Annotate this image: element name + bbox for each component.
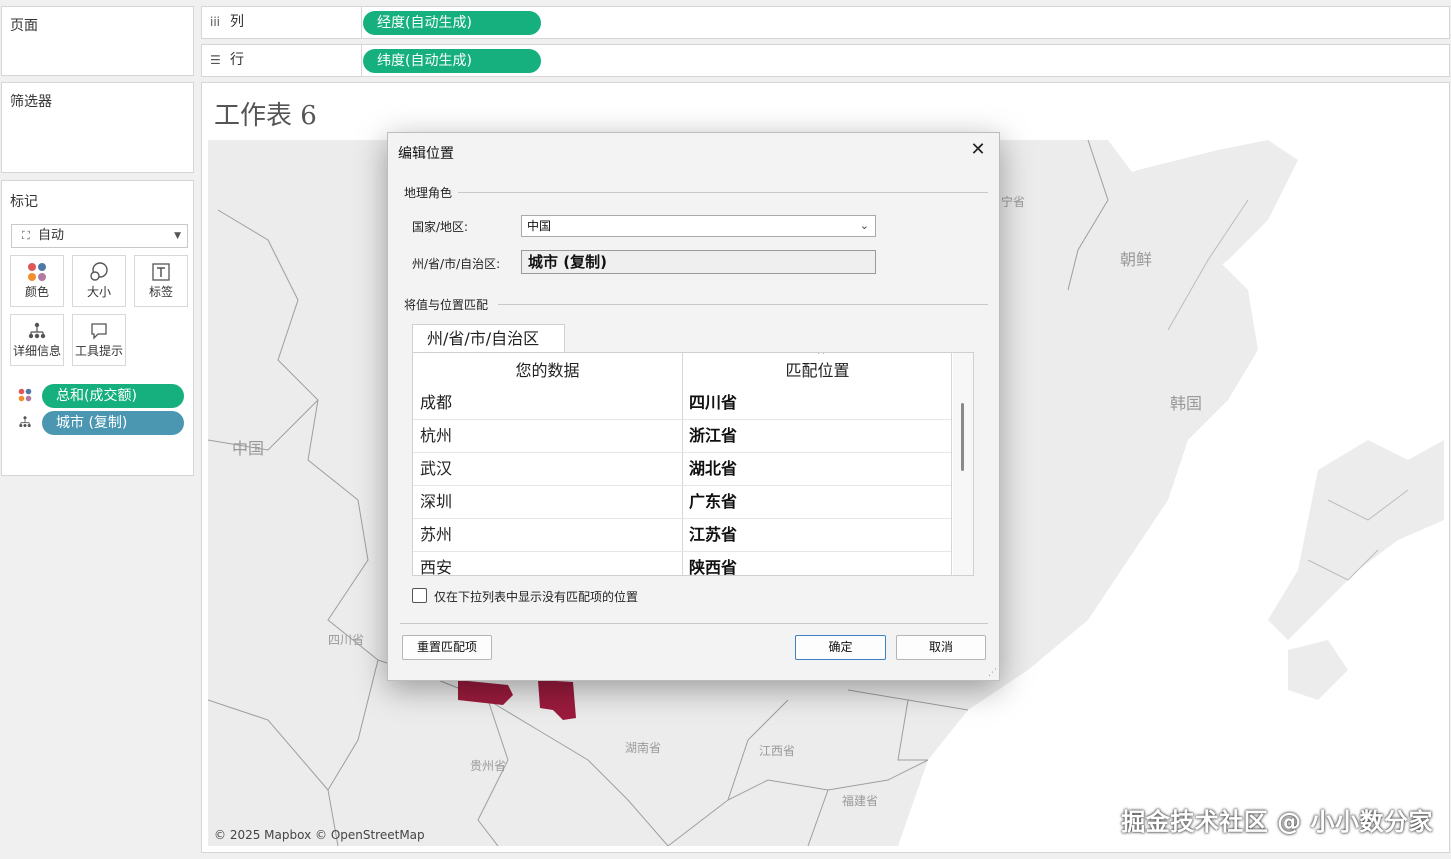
ok-button[interactable]: 确定 [795,635,886,660]
state-field: 城市 (复制) [521,250,876,274]
cell-match-location[interactable]: 广东省 [689,486,737,518]
detail-icon [11,315,63,343]
table-row[interactable]: 西安 陕西省 [413,552,951,576]
table-row[interactable]: 武汉 湖北省 [413,453,951,486]
label-T-icon [135,256,187,284]
unmatched-only-label[interactable]: 仅在下拉列表中显示没有匹配项的位置 [434,588,638,605]
cell-your-data: 武汉 [420,459,453,478]
size-button[interactable]: 大小 [72,255,126,307]
color-dots-icon [11,256,63,284]
cell-your-data: 西安 [420,558,453,576]
rows-shelf[interactable]: ☰ 行 纬度(自动生成) [201,44,1450,77]
map-label-liaoning: 宁省 [1001,195,1026,209]
label-label: 标签 [148,285,173,299]
columns-shelf[interactable]: iii 列 经度(自动生成) [201,6,1450,39]
size-icon [73,256,125,284]
cell-match-location[interactable]: 陕西省 [689,552,737,575]
tooltip-icon [73,315,125,343]
cancel-button[interactable]: 取消 [896,635,986,660]
map-label-fujian: 福建省 [842,794,879,808]
watermark: 掘金技术社区 @ 小小数分家 [1121,808,1433,836]
map-label-jiangxi: 江西省 [759,744,796,758]
latitude-pill[interactable]: 纬度(自动生成) [363,49,541,73]
table-row[interactable]: 成都 四川省 [413,387,951,420]
reset-matches-button[interactable]: 重置匹配项 [402,635,492,660]
worksheet-title[interactable]: 工作表 6 [214,95,317,132]
tooltip-button[interactable]: 工具提示 [72,314,126,366]
country-value: 中国 [527,219,552,233]
footer-divider [400,623,988,624]
cell-match-location[interactable]: 四川省 [689,387,737,419]
map-label-guizhou: 贵州省 [470,759,507,773]
table-row[interactable]: 杭州 浙江省 [413,420,951,453]
columns-shelf-label: iii 列 [202,7,362,38]
grid-scrollbar[interactable] [953,353,973,575]
marks-card: 标记 ⛶ 自动 ▼ 颜色 大小 标签 详细信息 工具提示 总和(成交额) 城市 … [1,180,194,476]
marks-title: 标记 [10,194,38,210]
map-label-sichuan: 四川省 [328,633,365,647]
cell-match-location[interactable]: 江苏省 [689,519,737,551]
table-row[interactable]: 深圳 广东省 [413,486,951,519]
mark-field-sum-amount[interactable]: 总和(成交额) [18,384,184,408]
map-label-north-korea: 朝鲜 [1120,250,1153,269]
table-row[interactable]: 苏州 江苏省 [413,519,951,552]
map-label-south-korea: 韩国 [1170,394,1203,413]
size-label: 大小 [86,285,111,299]
tab-state-province[interactable]: 州/省/市/自治区 [412,324,565,353]
match-grid[interactable]: 您的数据 匹配位置 ^ 成都 四川省 杭州 浙江省 武汉 湖北省 深圳 广东省 … [412,352,974,576]
unmatched-only-checkbox[interactable] [412,588,427,603]
group-divider [498,304,988,305]
rows-icon: ☰ [210,53,221,67]
column-your-data[interactable]: 您的数据 [413,353,682,386]
map-credit[interactable]: © 2025 Mapbox © OpenStreetMap [214,828,425,842]
cell-your-data: 成都 [420,393,453,412]
country-label: 国家/地区: [412,220,469,234]
filters-title: 筛选器 [10,94,52,110]
color-dots-icon [18,388,34,405]
cell-your-data: 深圳 [420,492,453,511]
mark-field-city-copy[interactable]: 城市 (复制) [18,411,184,435]
dialog-title: 编辑位置 [398,146,454,162]
state-label: 州/省/市/自治区: [412,257,501,271]
cell-match-location[interactable]: 浙江省 [689,420,737,452]
country-select[interactable]: 中国 ⌄ [521,215,876,237]
detail-icon [18,415,34,432]
scrollbar-thumb[interactable] [961,403,964,471]
chevron-down-icon: ⌄ [859,219,869,232]
grid-header: 您的数据 匹配位置 ^ [413,353,953,386]
sort-up-icon[interactable]: ^ [817,353,825,361]
color-label: 颜色 [24,285,49,299]
rows-shelf-label: ☰ 行 [202,45,362,76]
color-button[interactable]: 颜色 [10,255,64,307]
geo-role-group-label: 地理角色 [404,186,453,200]
cell-match-location[interactable]: 湖北省 [689,453,737,485]
mark-type-dropdown[interactable]: ⛶ 自动 ▼ [11,224,188,248]
sum-amount-pill[interactable]: 总和(成交额) [42,384,184,408]
city-copy-pill[interactable]: 城市 (复制) [42,411,184,435]
map-label-hunan: 湖南省 [625,741,662,755]
label-button[interactable]: 标签 [134,255,188,307]
longitude-pill[interactable]: 经度(自动生成) [363,11,541,35]
close-icon[interactable]: ✕ [967,139,989,161]
detail-button[interactable]: 详细信息 [10,314,64,366]
tooltip-label: 工具提示 [74,344,123,358]
pages-title: 页面 [10,18,38,34]
cell-your-data: 杭州 [420,426,453,445]
cell-your-data: 苏州 [420,525,453,544]
detail-label: 详细信息 [12,344,61,358]
map-label-china: 中国 [232,439,265,458]
mark-type-value: 自动 [38,228,65,243]
resize-grip-icon[interactable]: ⋰ [988,668,997,678]
dropdown-caret-icon: ▼ [174,231,181,241]
match-group-label: 将值与位置匹配 [404,298,489,312]
columns-icon: iii [210,15,221,29]
group-divider [458,192,988,193]
map-mark-icon: ⛶ [22,229,30,242]
pages-panel: 页面 [1,6,194,76]
filters-panel[interactable]: 筛选器 [1,82,194,173]
edit-locations-dialog: 编辑位置 ✕ 地理角色 国家/地区: 中国 ⌄ 州/省/市/自治区: 城市 (复… [387,132,1000,681]
column-divider [951,353,952,575]
